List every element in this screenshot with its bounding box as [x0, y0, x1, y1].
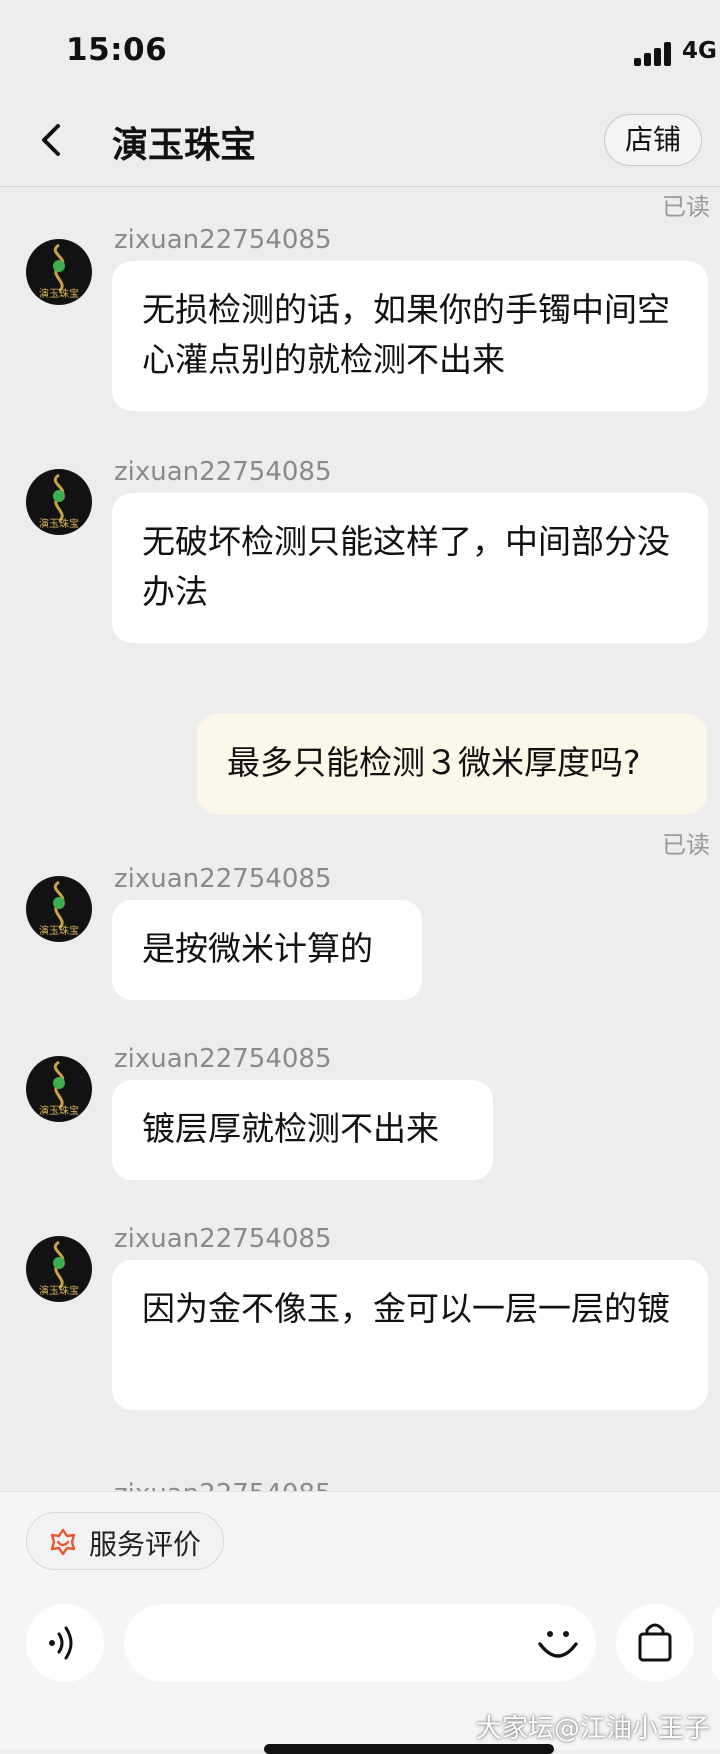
jade-logo-icon: 演玉珠宝 [39, 1240, 79, 1297]
voice-button[interactable] [26, 1604, 104, 1682]
smile-icon [538, 1631, 578, 1658]
message-bubble[interactable]: 无损检测的话，如果你的手镯中间空心灌点别的就检测不出来 [112, 261, 708, 411]
back-button[interactable] [30, 114, 78, 166]
watermark: 大家坛@江油小王子 [476, 1714, 711, 1744]
emoji-button[interactable] [532, 1616, 584, 1668]
message-input[interactable] [124, 1604, 596, 1682]
shop-button[interactable]: 店铺 [604, 114, 702, 166]
avatar[interactable]: 演玉珠宝 [26, 239, 92, 305]
svg-text:演玉珠宝: 演玉珠宝 [39, 924, 79, 937]
home-indicator [264, 1744, 554, 1754]
network-type: 4G [682, 38, 717, 64]
flower-icon [50, 1528, 76, 1556]
avatar[interactable]: 演玉珠宝 [26, 469, 92, 535]
my-message-bubble[interactable]: 最多只能检测３微米厚度吗? [197, 714, 707, 814]
message-bubble[interactable]: 因为金不像玉，金可以一层一层的镀 [112, 1260, 708, 1410]
chat-area[interactable]: 已读 演玉珠宝 zixuan22754085 无损检测的话，如果你的手镯中间空心… [0, 187, 720, 1491]
status-time: 15:06 [66, 32, 168, 68]
sender-name: zixuan22754085 [114, 1044, 332, 1074]
svg-text:演玉珠宝: 演玉珠宝 [39, 1284, 79, 1297]
sender-name: zixuan22754085 [114, 457, 332, 487]
sender-name: zixuan22754085 [114, 1224, 332, 1254]
status-bar: 15:06 4G [0, 0, 720, 96]
svg-text:演玉珠宝: 演玉珠宝 [39, 287, 79, 300]
svg-text:演玉珠宝: 演玉珠宝 [39, 1104, 79, 1117]
shopping-bag-icon [638, 1623, 672, 1662]
service-review-label: 服务评价 [89, 1528, 202, 1561]
avatar[interactable]: 演玉珠宝 [26, 1056, 92, 1122]
sender-name: zixuan22754085 [114, 225, 332, 255]
svg-text:演玉珠宝: 演玉珠宝 [39, 517, 79, 530]
jade-logo-icon: 演玉珠宝 [39, 1060, 79, 1117]
jade-logo-icon: 演玉珠宝 [39, 880, 79, 937]
message-bubble[interactable]: 无破坏检测只能这样了，中间部分没办法 [112, 493, 708, 643]
voice-icon [49, 1626, 73, 1660]
read-receipt: 已读 [662, 193, 710, 221]
jade-logo-icon: 演玉珠宝 [39, 473, 79, 530]
signal-icon [634, 42, 672, 66]
bottom-panel: 服务评价 大家坛@江油小王子 [0, 1491, 720, 1754]
avatar[interactable]: 演玉珠宝 [26, 876, 92, 942]
chat-title: 演玉珠宝 [112, 125, 257, 166]
jade-logo-icon: 演玉珠宝 [39, 243, 79, 300]
read-receipt: 已读 [662, 831, 710, 859]
sender-name: zixuan22754085 [114, 864, 332, 894]
back-arrow-icon [42, 124, 60, 156]
more-button[interactable] [712, 1604, 720, 1682]
message-bubble[interactable]: 是按微米计算的 [112, 900, 422, 1000]
message-bubble[interactable]: 镀层厚就检测不出来 [112, 1080, 493, 1180]
avatar[interactable]: 演玉珠宝 [26, 1236, 92, 1302]
sender-name: zixuan22754085 [114, 1479, 331, 1491]
service-review-button[interactable]: 服务评价 [26, 1512, 224, 1570]
product-bag-button[interactable] [616, 1604, 694, 1682]
nav-bar: 演玉珠宝 店铺 [0, 96, 720, 187]
